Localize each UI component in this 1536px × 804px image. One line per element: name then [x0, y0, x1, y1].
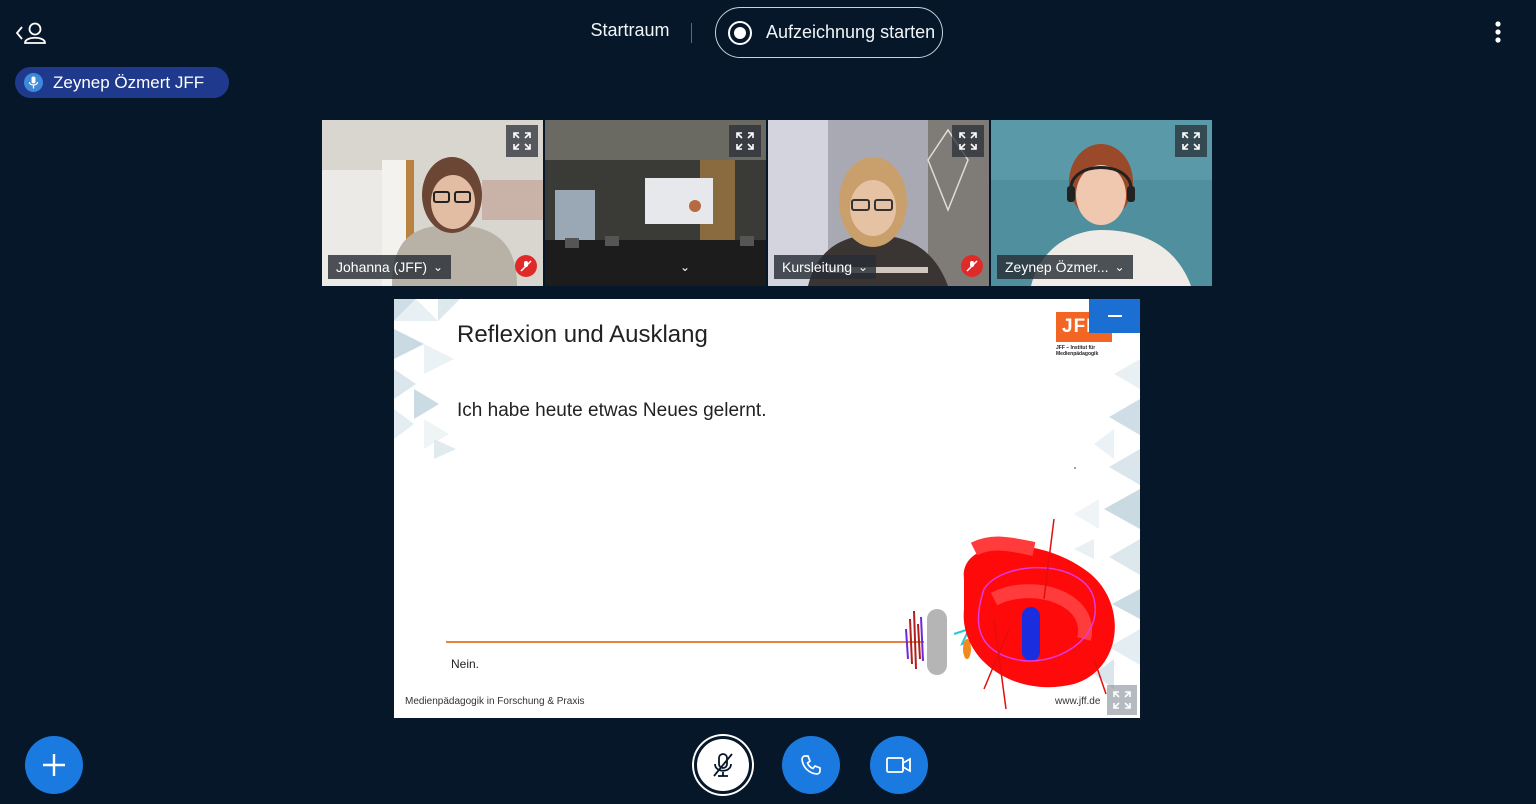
video-name-menu[interactable]: Johanna (JFF) ⌄: [328, 255, 452, 279]
expand-video-button[interactable]: [952, 125, 984, 157]
video-participant-name: Zeynep Özmer...: [1005, 259, 1109, 275]
expand-video-button[interactable]: [506, 125, 538, 157]
video-name-menu[interactable]: ⌄: [666, 255, 698, 279]
talking-user-name: Zeynep Özmert JFF: [53, 72, 205, 92]
slide-answer-text: Nein.: [451, 657, 480, 671]
expand-video-button[interactable]: [1175, 125, 1207, 157]
video-camera-icon: [886, 757, 911, 773]
video-tile-classroom[interactable]: ⌄: [545, 120, 766, 286]
unmute-microphone-button[interactable]: [694, 736, 752, 794]
expand-icon: [1182, 132, 1200, 150]
leave-audio-button[interactable]: [782, 736, 840, 794]
options-menu-button[interactable]: [1484, 18, 1512, 48]
slide-body-text: Ich habe heute etwas Neues gelernt.: [457, 400, 767, 421]
video-participant-name: Kursleitung: [782, 259, 853, 275]
muted-microphone-icon: [961, 255, 983, 277]
chevron-down-icon: ⌄: [433, 260, 444, 274]
expand-icon: [736, 132, 754, 150]
slide-footer-text: Medienpädagogik in Forschung & Praxis: [405, 696, 585, 707]
phone-icon: [801, 755, 821, 775]
video-tile-zeynep[interactable]: Zeynep Özmer... ⌄: [991, 120, 1212, 286]
microphone-icon: [24, 73, 43, 92]
video-tile-johanna[interactable]: Johanna (JFF) ⌄: [322, 120, 543, 286]
expand-video-button[interactable]: [729, 125, 761, 157]
video-name-menu[interactable]: Kursleitung ⌄: [774, 255, 877, 279]
video-tile-kursleitung[interactable]: Kursleitung ⌄: [768, 120, 989, 286]
expand-icon: [513, 132, 531, 150]
presentation-area[interactable]: Reflexion und Ausklang Ich habe heute et…: [394, 299, 1140, 718]
minimize-presentation-button[interactable]: [1089, 299, 1140, 333]
record-icon: [728, 20, 752, 45]
plus-icon: [43, 754, 65, 776]
slide-title: Reflexion und Ausklang: [457, 321, 708, 348]
more-vertical-icon: [1495, 21, 1501, 43]
actions-plus-button[interactable]: [25, 736, 83, 794]
slide-decoration: [394, 299, 1140, 710]
video-name-menu[interactable]: Zeynep Özmer... ⌄: [997, 255, 1133, 279]
chevron-down-icon: ⌄: [1114, 260, 1125, 274]
jff-logo-subtitle: JFF – Institut für Medienpädagogik: [1056, 345, 1116, 357]
expand-icon: [959, 132, 977, 150]
slide-footer-url: www.jff.de: [1055, 696, 1101, 707]
title-divider: [691, 23, 692, 43]
video-participant-name: Johanna (JFF): [336, 259, 428, 275]
expand-icon: [1113, 691, 1131, 709]
fullscreen-presentation-button[interactable]: [1107, 685, 1137, 715]
user-list-toggle-button[interactable]: [14, 18, 48, 48]
user-list-icon: [15, 22, 46, 44]
start-recording-button[interactable]: Aufzeichnung starten: [715, 7, 943, 58]
muted-microphone-icon: [515, 255, 537, 277]
chevron-down-icon: ⌄: [858, 260, 869, 274]
microphone-muted-icon: [713, 753, 733, 777]
room-title: Startraum: [590, 20, 670, 40]
record-label: Aufzeichnung starten: [766, 22, 936, 42]
jff-logo-subtitle-line: Medienpädagogik: [1056, 351, 1099, 357]
chevron-down-icon: ⌄: [679, 260, 690, 274]
talking-indicator[interactable]: Zeynep Özmert JFF: [15, 67, 229, 98]
share-webcam-button[interactable]: [870, 736, 928, 794]
minus-icon: [1107, 315, 1122, 317]
